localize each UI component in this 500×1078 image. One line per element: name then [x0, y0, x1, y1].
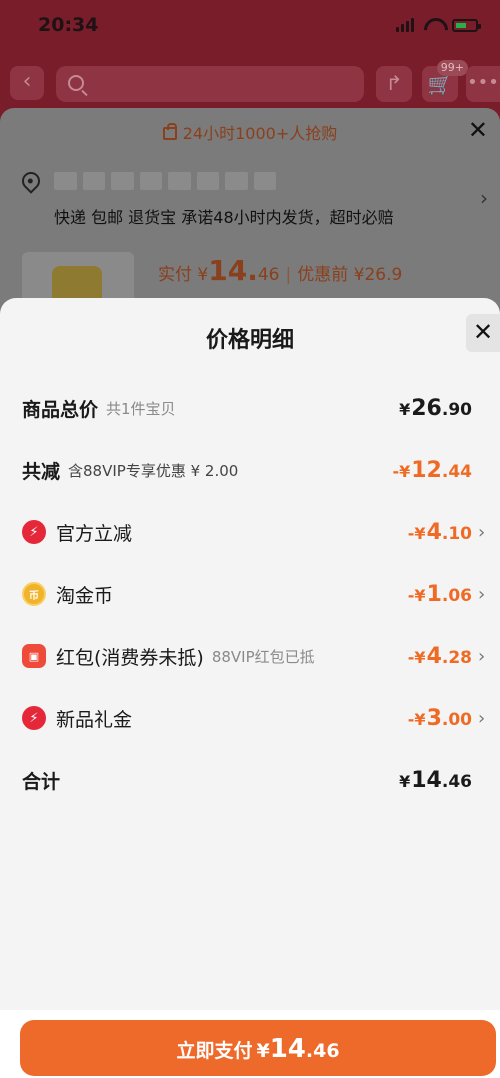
- lightning-icon: ⚡: [22, 706, 46, 730]
- row-sub: 88VIP红包已抵: [211, 647, 315, 666]
- chevron-right-icon: ›: [478, 707, 486, 729]
- amount-integer: 14: [411, 767, 442, 793]
- pay-bar: 立即支付 ¥ 14 .46: [0, 1010, 500, 1078]
- amount-integer: 1: [426, 581, 442, 607]
- modal-title: 价格明细: [205, 328, 294, 353]
- cellular-signal-icon: [396, 18, 414, 32]
- pay-decimal: .46: [305, 1040, 340, 1062]
- row-amount: ¥26.90: [399, 396, 472, 421]
- amount-decimal: .10: [441, 523, 472, 544]
- row-sub: 共1件宝贝: [106, 399, 176, 418]
- chevron-right-icon: ›: [478, 645, 486, 667]
- amount-integer: 26: [411, 395, 442, 421]
- amount-currency: ¥: [399, 771, 411, 791]
- search-bar[interactable]: [56, 66, 364, 102]
- amount-decimal: .06: [441, 585, 472, 606]
- status-icons: [396, 18, 481, 32]
- row-label: 共减: [22, 460, 61, 483]
- amount-currency: -¥: [407, 709, 426, 729]
- more-icon: •••: [467, 72, 499, 93]
- promo-banner: 24小时1000+人抢购: [0, 120, 500, 144]
- chevron-right-icon[interactable]: ›: [480, 186, 488, 210]
- amount-decimal: .44: [441, 461, 472, 482]
- pay-now-button[interactable]: 立即支付 ¥ 14 .46: [20, 1020, 496, 1076]
- share-button[interactable]: ↱: [376, 66, 412, 102]
- price-decimal: 46: [257, 265, 280, 285]
- chevron-right-icon: ›: [478, 521, 486, 543]
- top-nav: ‹ ↱ 🛒 99+ •••: [0, 56, 500, 108]
- cart-button[interactable]: 🛒 99+: [422, 60, 468, 102]
- chevron-right-icon: ›: [478, 583, 486, 605]
- amount-decimal: .90: [441, 399, 472, 420]
- close-icon: ✕: [472, 318, 494, 346]
- amount-currency: -¥: [407, 647, 426, 667]
- amount-currency: ¥: [399, 399, 411, 419]
- row-red-packet[interactable]: ▣ 红包(消费券未抵) 88VIP红包已抵 -¥ 4.28 ›: [22, 636, 488, 676]
- price-detail-modal: 价格明细 ✕ 商品总价 共1件宝贝 ¥26.90 共减 含88VIP专享优惠 ¥…: [0, 298, 500, 1078]
- row-label: 红包(消费券未抵): [56, 646, 204, 669]
- shopping-bag-icon: [162, 123, 177, 140]
- amount-decimal: .00: [441, 709, 472, 730]
- status-bar: 20:34: [0, 0, 500, 56]
- row-taojinbi[interactable]: 币 淘金币 -¥ 1.06 ›: [22, 574, 488, 614]
- shipping-info: 快递 包邮 退货宝 承诺48小时内发货，超时必赔: [54, 208, 394, 227]
- gold-coin-icon: 币: [22, 582, 46, 606]
- pay-label: 立即支付: [176, 1040, 253, 1062]
- close-icon[interactable]: ✕: [468, 116, 488, 144]
- amount-currency: -¥: [407, 585, 426, 605]
- wifi-icon: [424, 18, 442, 32]
- row-amount: ¥14.46: [399, 768, 472, 793]
- more-button[interactable]: •••: [466, 66, 500, 102]
- row-amount: -¥ 1.06: [408, 582, 472, 607]
- promo-text: 24小时1000+人抢购: [182, 124, 338, 143]
- share-icon: ↱: [385, 71, 403, 95]
- original-price: 优惠前 ¥26.9: [297, 265, 403, 285]
- order-sheet-background: 24小时1000+人抢购 ✕ › 快递 包邮 退货宝 承诺48小时内发货，超时必…: [0, 108, 500, 328]
- row-goods-total: 商品总价 共1件宝贝 ¥26.90: [22, 388, 488, 428]
- amount-decimal: .46: [441, 771, 472, 792]
- row-amount: -¥ 4.10: [408, 520, 472, 545]
- chevron-left-icon: ‹: [22, 69, 32, 94]
- price-prefix: 实付 ¥: [158, 265, 209, 285]
- lightning-icon: ⚡: [22, 520, 46, 544]
- pay-integer: 14: [269, 1034, 306, 1064]
- amount-decimal: .28: [441, 647, 472, 668]
- search-icon: [68, 75, 84, 91]
- row-amount: -¥ 4.28: [408, 644, 472, 669]
- row-label: 新品礼金: [56, 708, 133, 731]
- row-new-product-gift[interactable]: ⚡ 新品礼金 -¥ 3.00 ›: [22, 698, 488, 738]
- row-label: 官方立减: [56, 522, 133, 545]
- row-label: 淘金币: [56, 584, 114, 607]
- address-blurred[interactable]: [54, 172, 276, 192]
- row-amount: -¥ 3.00: [408, 706, 472, 731]
- amount-integer: 4: [426, 643, 442, 669]
- row-total-discount: 共减 含88VIP专享优惠 ¥ 2.00 -¥ 12.44: [22, 450, 488, 490]
- row-sub: 含88VIP专享优惠 ¥ 2.00: [68, 461, 239, 480]
- price-integer: 14.: [208, 254, 258, 287]
- amount-integer: 12: [411, 457, 442, 483]
- amount-currency: -¥: [392, 461, 411, 481]
- back-button[interactable]: ‹: [10, 66, 44, 100]
- row-label: 商品总价: [22, 398, 99, 421]
- amount-integer: 4: [426, 519, 442, 545]
- location-pin-icon: [18, 168, 44, 194]
- actual-price: 实付 ¥14.46 | 优惠前 ¥26.9: [158, 254, 402, 287]
- price-separator: |: [285, 265, 292, 285]
- battery-icon: [452, 18, 481, 32]
- cart-badge: 99+: [436, 60, 468, 76]
- red-packet-icon: ▣: [22, 644, 46, 668]
- row-official-discount[interactable]: ⚡ 官方立减 -¥ 4.10 ›: [22, 512, 488, 552]
- amount-integer: 3: [426, 705, 442, 731]
- modal-close-button[interactable]: ✕: [466, 314, 500, 352]
- amount-currency: -¥: [407, 523, 426, 543]
- row-amount: -¥ 12.44: [392, 458, 472, 483]
- pay-currency: ¥: [256, 1040, 270, 1062]
- row-total: 合计 ¥14.46: [22, 760, 488, 800]
- status-time: 20:34: [38, 14, 99, 36]
- row-label: 合计: [22, 770, 61, 793]
